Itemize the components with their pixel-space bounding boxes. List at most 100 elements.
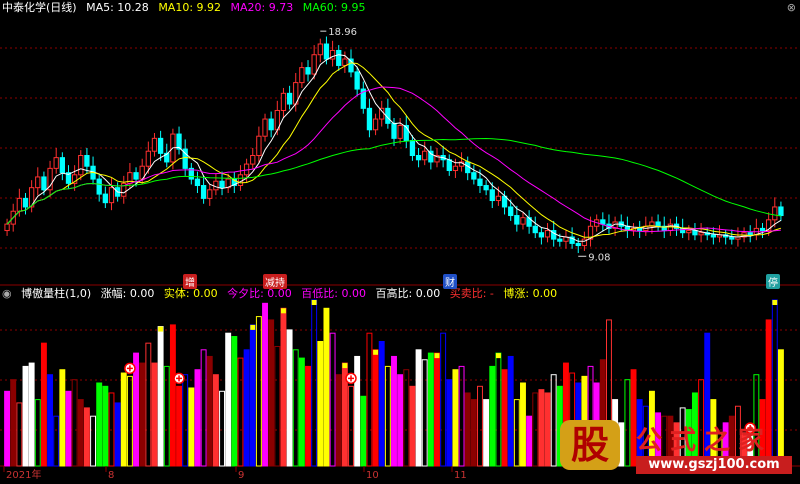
- volume-bar-83: [513, 399, 520, 467]
- candle-body-126: [778, 206, 784, 217]
- volume-bar-5: [34, 399, 41, 467]
- candle-body-82: [508, 206, 514, 217]
- volume-bar-17: [108, 392, 115, 467]
- sub-chart-title: 博傲量柱(1,0): [21, 287, 92, 300]
- volume-bar-6: [40, 342, 47, 467]
- volume-bar-53: [329, 332, 336, 467]
- candle-body-6: [41, 176, 47, 191]
- event-tag-increase[interactable]: 增: [183, 274, 197, 289]
- candle-body-17: [108, 187, 115, 204]
- candle-body-48: [299, 67, 305, 84]
- volume-bar-80: [495, 352, 502, 467]
- volume-bar-11: [71, 379, 78, 467]
- low-price-label: 9.08: [588, 252, 610, 263]
- volume-bar-78: [483, 399, 490, 467]
- candle-body-121: [747, 232, 753, 236]
- watermark-url: www.gszj100.com: [636, 456, 792, 474]
- candle-body-113: [698, 232, 704, 236]
- volume-bar-18: [114, 402, 121, 467]
- volume-bar-86: [532, 392, 539, 467]
- volume-bar-70: [434, 352, 440, 467]
- candle-body-2: [16, 197, 23, 212]
- volume-bar-39: [243, 349, 250, 467]
- candle-body-123: [759, 227, 766, 232]
- volume-bar-76: [470, 399, 477, 467]
- volume-bar-43: [268, 319, 275, 467]
- volume-bar-28: [176, 385, 182, 467]
- volume-bar-63: [391, 355, 397, 467]
- volume-bar-71: [440, 332, 447, 467]
- x-axis-label-3: 10: [366, 470, 379, 480]
- event-tag-finance[interactable]: 财: [443, 274, 457, 289]
- volume-bar-50: [311, 299, 318, 467]
- volume-bar-24: [151, 362, 158, 467]
- candle-body-40: [250, 155, 256, 165]
- volume-bar-61: [378, 341, 385, 467]
- candle-body-78: [483, 185, 489, 191]
- volume-bar-40: [249, 324, 256, 467]
- candle-body-28: [176, 133, 182, 150]
- volume-bar-66: [409, 385, 416, 467]
- indicator-baigaobi: 百高比: 0.00: [375, 287, 441, 300]
- candle-body-68: [422, 150, 428, 161]
- volume-bar-9: [59, 369, 66, 467]
- candle-body-83: [514, 215, 520, 225]
- volume-bar-15: [96, 382, 103, 467]
- candle-body-31: [194, 178, 201, 187]
- indicator-baidibi: 百低比: 0.00: [301, 287, 366, 300]
- volume-bar-52: [323, 307, 330, 467]
- candle-body-64: [397, 124, 403, 139]
- volume-cap-80: [495, 353, 501, 359]
- candle-body-46: [286, 92, 293, 105]
- volume-cap-125: [772, 300, 778, 305]
- volume-bar-75: [464, 392, 471, 467]
- candle-body-59: [366, 107, 373, 131]
- watermark-logo-icon: 股: [560, 420, 620, 470]
- close-icon[interactable]: ⊗: [787, 1, 796, 14]
- event-tag-reduce[interactable]: 减持: [263, 274, 287, 289]
- volume-cap-40: [250, 324, 256, 330]
- volume-bar-46: [286, 329, 293, 467]
- candle-body-54: [336, 49, 342, 66]
- candle-body-125: [772, 206, 778, 221]
- volume-bar-65: [403, 369, 410, 467]
- settings-icon[interactable]: ◉: [2, 287, 12, 300]
- volume-bar-16: [102, 385, 109, 467]
- watermark: 股 公式之家 www.gszj100.com: [558, 418, 794, 476]
- volume-bar-12: [77, 399, 84, 467]
- event-tag-halt[interactable]: 停: [766, 274, 780, 289]
- candle-body-15: [96, 178, 102, 195]
- candle-body-66: [409, 139, 416, 157]
- volume-bar-69: [427, 352, 434, 467]
- candle-body-49: [305, 67, 311, 75]
- high-price-label: 18.96: [328, 27, 357, 38]
- volume-bar-23: [145, 342, 152, 467]
- volume-bar-0: [4, 390, 11, 467]
- candle-body-115: [710, 234, 717, 238]
- volume-bar-59: [366, 332, 373, 467]
- volume-bar-89: [550, 374, 557, 467]
- candle-body-106: [655, 221, 661, 227]
- volume-bar-14: [90, 415, 97, 467]
- candle-body-67: [415, 155, 422, 161]
- main-chart-header: 中泰化学(日线) MA5: 10.28 MA10: 9.92 MA20: 9.7…: [2, 1, 371, 15]
- volume-bar-4: [28, 362, 35, 467]
- volume-bar-31: [194, 369, 201, 467]
- volume-bar-3: [22, 365, 29, 467]
- stock-chart[interactable]: 18.96 9.08 2021年 8 9 10 11: [0, 0, 800, 481]
- candle-body-51: [317, 43, 323, 56]
- volume-bar-37: [231, 336, 238, 467]
- volume-bar-7: [47, 374, 54, 467]
- volume-bar-45: [280, 307, 287, 467]
- volume-bar-38: [237, 357, 244, 467]
- volume-bar-62: [384, 365, 391, 467]
- indicator-maimaibi: 买卖比: -: [449, 287, 494, 300]
- candle-body-35: [219, 180, 225, 189]
- volume-bar-57: [354, 355, 361, 467]
- ma-line-ma10: [6, 62, 782, 238]
- volume-bar-87: [538, 389, 545, 467]
- candle-body-24: [151, 137, 158, 152]
- candle-body-57: [354, 71, 360, 90]
- candle-body-84: [520, 217, 526, 225]
- sub-chart-header: ◉ 博傲量柱(1,0) 涨幅: 0.00 实体: 0.00 今夕比: 0.00 …: [2, 287, 563, 301]
